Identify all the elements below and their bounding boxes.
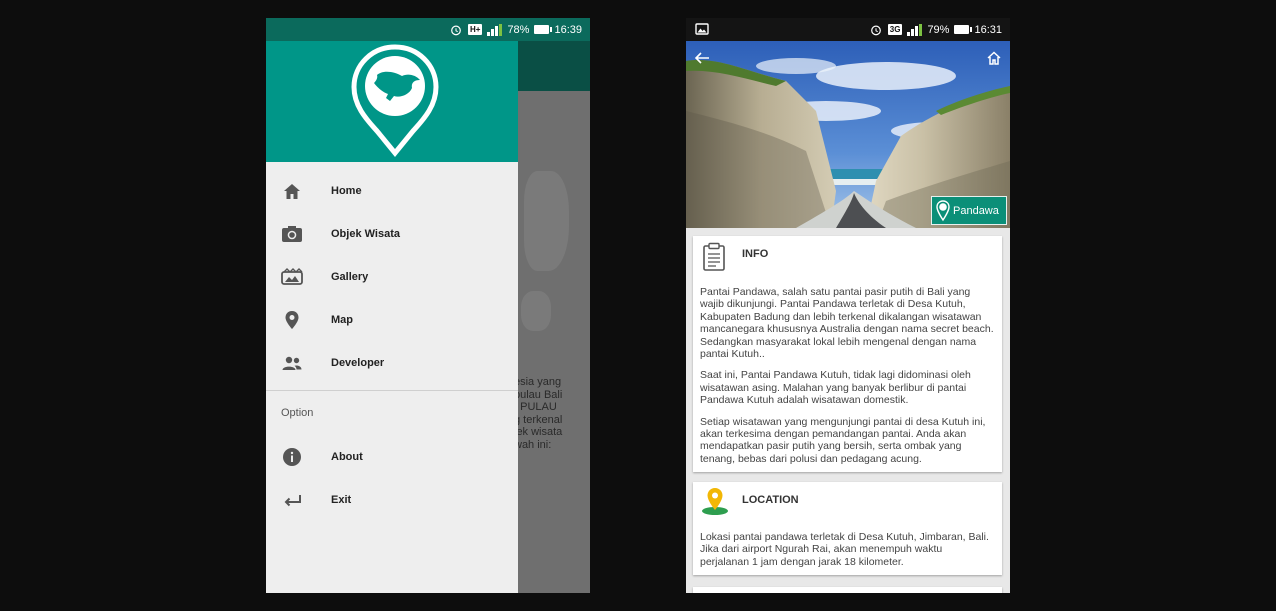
signal-icon (487, 23, 503, 36)
navigation-drawer: Home Objek Wisata Gallery Map Developer … (266, 41, 518, 593)
drawer-header (266, 41, 518, 162)
next-card-partial (693, 587, 1002, 593)
battery-percent: 79% (927, 23, 950, 36)
right-phone-screen: 3G 79% 16:31 Pandawa INFO Pantai Pandawa… (686, 18, 1010, 593)
network-type: H+ (467, 24, 483, 35)
app-logo-pin-icon (351, 44, 439, 157)
people-icon (282, 356, 302, 370)
menu-item-label: About (331, 450, 363, 463)
home-icon (284, 184, 300, 199)
info-icon (283, 448, 301, 466)
info-title: INFO (742, 248, 769, 260)
menu-item-label: Map (331, 313, 353, 326)
menu-item-home[interactable]: Home (266, 169, 518, 212)
menu-item-objek-wisata[interactable]: Objek Wisata (266, 212, 518, 255)
battery-icon (534, 25, 553, 34)
home-icon[interactable] (986, 50, 1002, 66)
location-card: LOCATION Lokasi pantai pandawa terletak … (693, 482, 1002, 575)
info-paragraph: Setiap wisatawan yang mengunjungi pantai… (700, 415, 986, 465)
back-arrow-icon[interactable] (694, 50, 710, 66)
battery-percent: 78% (507, 23, 530, 36)
logo-pin-icon (936, 199, 950, 221)
info-paragraph: Saat ini, Pantai Pandawa Kutuh, tidak la… (700, 369, 971, 407)
clock: 16:39 (554, 23, 582, 36)
network-type: 3G (887, 24, 903, 35)
info-card: INFO Pantai Pandawa, salah satu pantai p… (693, 236, 1002, 472)
camera-icon (282, 226, 302, 242)
status-bar: 3G 79% 16:31 (686, 18, 1010, 41)
menu-item-gallery[interactable]: Gallery (266, 255, 518, 298)
background-map-shape (524, 171, 569, 271)
image-notification-icon (695, 23, 709, 35)
hero-image: Pandawa (686, 41, 1010, 228)
menu-item-map[interactable]: Map (266, 298, 518, 341)
location-pin-icon (702, 488, 728, 515)
drawer-menu: Home Objek Wisata Gallery Map Developer … (266, 162, 518, 521)
status-bar: H+ 78% 16:39 (266, 18, 590, 41)
map-pin-icon (285, 311, 299, 329)
left-phone-screen: H+ 78% 16:39 esia yang pulau Bali , PULA… (266, 18, 590, 593)
logo-text: Pandawa (953, 204, 999, 217)
menu-item-label: Objek Wisata (331, 227, 400, 240)
drawer-section-label: Option (281, 407, 314, 419)
info-paragraph: Pantai Pandawa, salah satu pantai pasir … (700, 286, 994, 361)
battery-icon (954, 25, 973, 34)
menu-item-exit[interactable]: Exit (266, 478, 518, 521)
menu-item-about[interactable]: About (266, 435, 518, 478)
location-body: Lokasi pantai pandawa terletak di Desa K… (700, 531, 989, 568)
menu-item-label: Gallery (331, 270, 369, 283)
alarm-icon (451, 25, 461, 35)
clock: 16:31 (974, 23, 1002, 36)
exit-icon (284, 495, 301, 507)
detail-content: INFO Pantai Pandawa, salah satu pantai p… (686, 228, 1010, 593)
background-map-shape (521, 291, 551, 331)
pandawa-logo-badge: Pandawa (931, 196, 1007, 225)
info-body: Pantai Pandawa, salah satu pantai pasir … (700, 286, 994, 474)
menu-item-developer[interactable]: Developer (266, 341, 518, 384)
gallery-icon (281, 268, 303, 285)
menu-item-label: Exit (331, 493, 352, 506)
menu-item-label: Developer (331, 356, 385, 369)
signal-icon (907, 23, 923, 36)
clipboard-icon (703, 242, 725, 271)
alarm-icon (870, 25, 881, 35)
menu-item-label: Home (331, 184, 362, 197)
location-title: LOCATION (742, 494, 799, 506)
background-text: esia yang pulau Bali , PULAU g terkenal … (514, 376, 563, 451)
